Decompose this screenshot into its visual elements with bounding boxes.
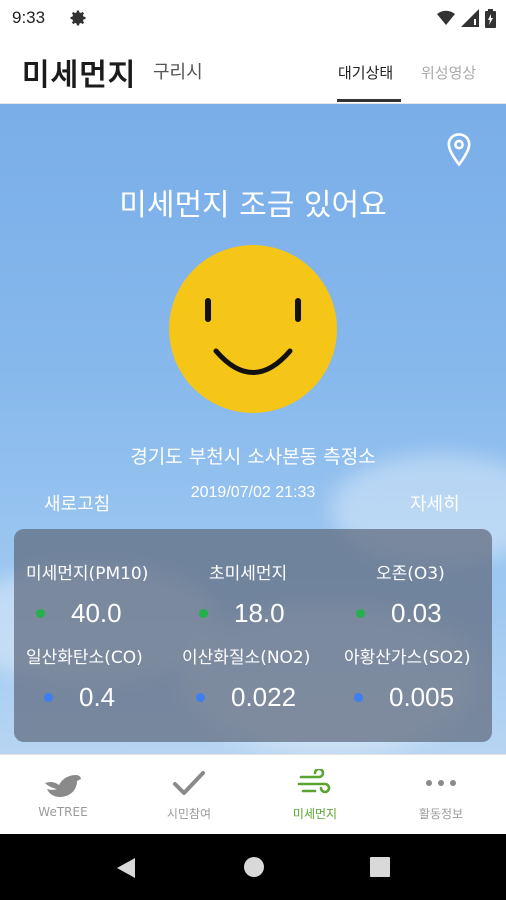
measurement-label: 이산화질소(NO2) (182, 648, 311, 668)
station-name: 경기도 부천시 소사본동 측정소 (130, 446, 376, 468)
active-tab-indicator (337, 99, 401, 102)
app-header: 미세먼지 구리시 대기상태 위성영상 (0, 36, 506, 104)
nav-item-wetree[interactable]: WeTREE (0, 755, 126, 835)
measurement-value: 0.03 (391, 598, 442, 628)
back-icon[interactable] (115, 856, 137, 880)
measurement-pm10: 미세먼지(PM10) 40.0 (26, 559, 186, 629)
tab-satellite[interactable]: 위성영상 (421, 62, 476, 83)
status-dot (36, 609, 45, 618)
status-dot (356, 609, 365, 618)
measurement-label: 오존(O3) (376, 564, 445, 584)
measurement-label: 초미세먼지 (209, 564, 288, 584)
measurement-no2: 이산화질소(NO2) 0.022 (182, 643, 342, 713)
more-dots-icon (426, 780, 456, 786)
status-dot (196, 693, 205, 702)
wifi-icon (437, 10, 455, 25)
measurement-value: 40.0 (71, 598, 122, 628)
measurement-value: 0.4 (79, 682, 116, 712)
settings-gear-icon (70, 10, 86, 26)
status-dot (199, 609, 208, 618)
measurement-pm25: 초미세먼지 18.0 (199, 559, 359, 629)
measurement-value: 18.0 (234, 598, 285, 628)
location-pin-icon[interactable] (444, 132, 474, 168)
measurements-panel: 미세먼지(PM10) 40.0 초미세먼지 18.0 오존(O3) 0.03 일… (14, 529, 492, 742)
nav-item-fine-dust[interactable]: 미세먼지 (252, 755, 378, 835)
measurement-value: 0.005 (389, 682, 455, 712)
measurement-value: 0.022 (231, 682, 297, 712)
air-status-view: 미세먼지 조금 있어요 경기도 부천시 소사본동 측정소 새로고침 2019/0… (0, 104, 506, 754)
city-selector[interactable]: 구리시 (153, 58, 203, 84)
bottom-nav: WeTREE 시민참여 미세먼지 활동정보 (0, 754, 506, 834)
home-icon[interactable] (243, 856, 265, 878)
wind-icon (297, 769, 331, 794)
status-time: 9:33 (12, 8, 46, 27)
nav-item-activity[interactable]: 활동정보 (378, 755, 504, 835)
nav-item-citizen[interactable]: 시민참여 (126, 755, 252, 835)
cell-signal-icon (461, 9, 479, 27)
status-bar: 9:33 (0, 0, 506, 36)
system-nav-bar (0, 834, 506, 900)
nav-label: 미세먼지 (292, 807, 338, 821)
measurement-label: 미세먼지(PM10) (26, 564, 149, 584)
nav-label: 시민참여 (166, 807, 212, 821)
status-dot (354, 693, 363, 702)
measurement-label: 일산화탄소(CO) (26, 648, 143, 668)
measurement-o3: 오존(O3) 0.03 (354, 559, 506, 629)
measurement-so2: 아황산가스(SO2) 0.005 (344, 643, 504, 713)
air-quality-headline: 미세먼지 조금 있어요 (119, 188, 387, 223)
measurement-label: 아황산가스(SO2) (344, 648, 471, 668)
tab-air-status[interactable]: 대기상태 (338, 62, 393, 83)
recents-icon[interactable] (370, 857, 390, 877)
nav-label: WeTREE (38, 805, 88, 819)
status-icons (437, 8, 496, 28)
app-logo: 미세먼지 (22, 58, 137, 93)
nav-label: 활동정보 (418, 807, 464, 821)
measurement-co: 일산화탄소(CO) 0.4 (26, 643, 186, 713)
status-dot (44, 693, 53, 702)
smiley-face-icon (169, 245, 337, 413)
check-icon (173, 771, 205, 795)
bird-icon (45, 775, 81, 797)
battery-icon (485, 8, 496, 28)
detail-button[interactable]: 자세히 (410, 490, 460, 516)
